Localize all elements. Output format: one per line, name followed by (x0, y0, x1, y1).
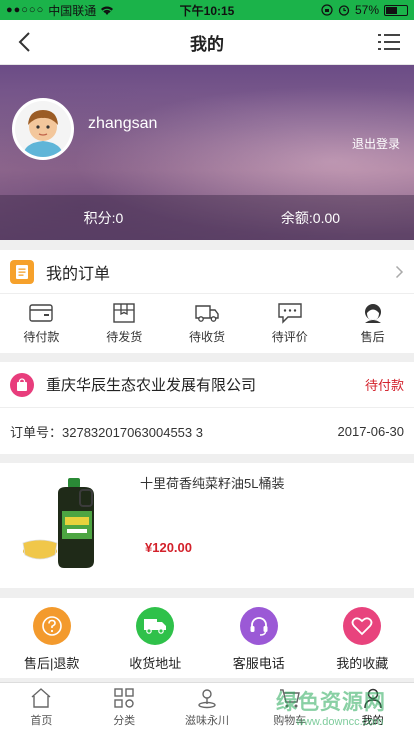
service-label: 售后|退款 (24, 656, 80, 671)
shop-name: 重庆华辰生态农业发展有限公司 (46, 377, 257, 394)
address-circle (136, 607, 175, 645)
service-label: 收货地址 (129, 656, 182, 671)
order-date: 2017-06-30 (337, 423, 405, 439)
truck-icon (195, 304, 219, 322)
account-stats: 积分:0 余额:0.00 (0, 195, 414, 240)
services-row: 售后|退款 收货地址 客服电话 我的收藏 (0, 598, 414, 678)
shop-row[interactable]: 重庆华辰生态农业发展有限公司 待付款 (0, 362, 414, 408)
order-tab-label: 待发货 (106, 329, 143, 344)
menu-list-icon[interactable] (376, 30, 402, 54)
tab-label: 购物车 (273, 715, 307, 727)
battery-percent: 57% (354, 3, 379, 17)
service-my-favorites[interactable]: 我的收藏 (311, 598, 414, 678)
category-icon (114, 688, 134, 708)
after-sales-circle (32, 607, 71, 645)
question-icon (41, 616, 62, 636)
avatar[interactable] (12, 98, 74, 160)
wifi-icon (101, 6, 114, 15)
tab-label: 滋味永川 (184, 715, 229, 727)
shop-bag-icon (10, 372, 34, 397)
bottom-tab-bar: 首页 分类 滋味永川 购物车 我的 (0, 682, 414, 736)
cart-icon (279, 689, 300, 708)
user-icon (363, 688, 382, 709)
service-label: 客服电话 (232, 656, 285, 671)
order-number: 订单号：327832017063004553 3 (10, 424, 203, 440)
battery-icon (384, 4, 408, 16)
order-status: 待付款 (364, 378, 404, 393)
status-bar: ●●○○○ 中国联通 下午10:15 57% (0, 0, 414, 20)
order-tab-label: 待收货 (188, 329, 225, 344)
points-value[interactable]: 积分:0 (84, 208, 124, 228)
tab-mine[interactable]: 我的 (331, 683, 414, 736)
truck-icon (144, 619, 167, 634)
order-card[interactable]: 重庆华辰生态农业发展有限公司 待付款 订单号：32783201706300455… (0, 362, 414, 454)
tab-yongchuan[interactable]: 滋味永川 (166, 683, 249, 736)
tab-cart[interactable]: 购物车 (248, 683, 331, 736)
product-name: 十里荷香纯菜籽油5L桶装 (140, 476, 285, 491)
service-customer-phone[interactable]: 客服电话 (207, 598, 311, 678)
service-label: 我的收藏 (336, 656, 389, 671)
logout-link[interactable]: 退出登录 (352, 135, 400, 152)
heart-icon (351, 617, 373, 636)
order-tab-label: 待评价 (271, 329, 308, 344)
service-after-sales-refund[interactable]: 售后|退款 (0, 598, 104, 678)
my-orders-row[interactable]: 我的订单 (0, 250, 414, 294)
order-meta-row: 订单号：327832017063004553 3 2017-06-30 (0, 408, 414, 454)
order-doc-icon (10, 259, 34, 284)
avatar-boy-icon (15, 101, 71, 157)
favorites-circle (343, 607, 382, 645)
product-card[interactable]: 十里荷香纯菜籽油5L桶装 ¥120.00 (0, 463, 414, 588)
order-tab-pending-review[interactable]: 待评价 (248, 302, 331, 345)
headset-icon (250, 617, 268, 636)
tab-category[interactable]: 分类 (83, 683, 166, 736)
battery-level (386, 6, 398, 14)
rotation-lock-icon (321, 4, 333, 16)
wallet-icon (29, 303, 54, 322)
package-icon (113, 302, 135, 323)
profile-header: zhangsan 退出登录 积分:0 余额:0.00 (0, 65, 414, 240)
back-button[interactable] (10, 28, 38, 56)
tab-home[interactable]: 首页 (0, 683, 83, 736)
headset-person-icon (364, 303, 381, 323)
order-tab-pending-shipment[interactable]: 待发货 (83, 302, 166, 345)
tab-label: 首页 (30, 715, 53, 727)
order-tab-after-sales[interactable]: 售后 (331, 302, 414, 345)
carrier-label: 中国联通 (48, 3, 97, 18)
alarm-icon (338, 5, 350, 16)
location-icon (198, 689, 216, 709)
order-status-tabs: 待付款 待发货 待收货 待评价 售后 (0, 294, 414, 352)
customer-service-circle (239, 607, 278, 645)
comment-icon (278, 302, 302, 324)
balance-value[interactable]: 余额:0.00 (281, 208, 340, 228)
product-image (22, 478, 94, 568)
tab-label: 我的 (361, 715, 384, 727)
my-orders-card: 我的订单 待付款 待发货 待收货 待评价 售后 (0, 250, 414, 353)
username: zhangsan (88, 115, 158, 132)
my-orders-title: 我的订单 (46, 265, 111, 283)
product-price: ¥120.00 (145, 540, 192, 555)
chevron-left-icon (18, 32, 30, 52)
chevron-right-icon (395, 265, 404, 278)
order-tab-pending-receipt[interactable]: 待收货 (166, 302, 249, 345)
service-shipping-address[interactable]: 收货地址 (104, 598, 208, 678)
nav-bar: 我的 (0, 20, 414, 65)
home-icon (31, 688, 51, 708)
order-tab-label: 待付款 (23, 329, 60, 344)
order-tab-label: 售后 (360, 329, 385, 344)
order-tab-pending-payment[interactable]: 待付款 (0, 302, 83, 345)
tab-label: 分类 (113, 715, 136, 727)
page-title: 我的 (190, 34, 224, 54)
signal-icon: ●●○○○ (6, 4, 45, 16)
